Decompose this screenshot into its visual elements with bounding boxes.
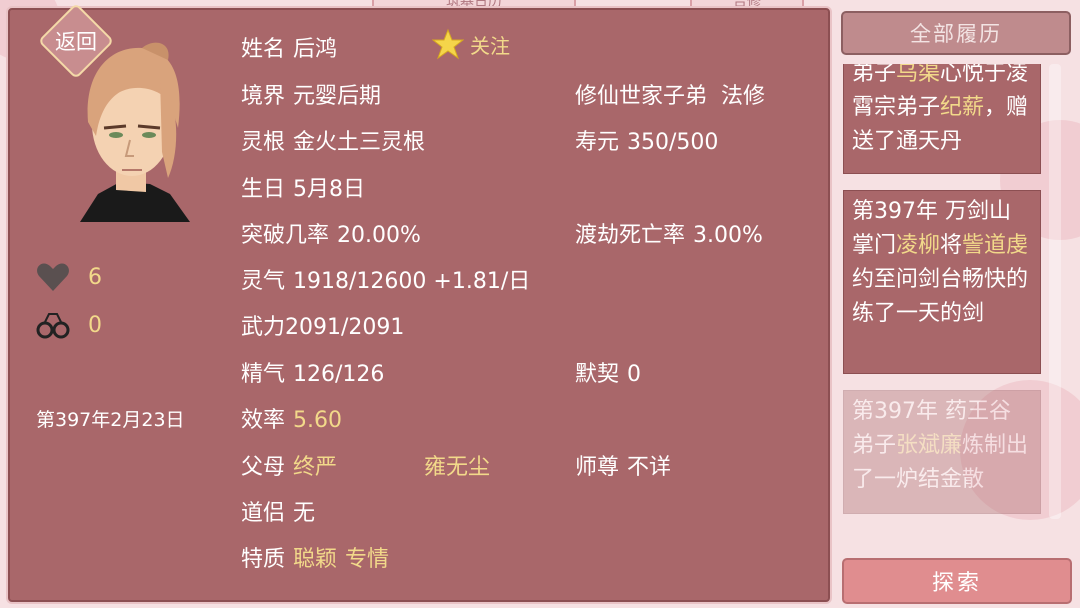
birthday-label: 生日 <box>241 177 286 202</box>
affection-value: 6 <box>88 264 102 290</box>
follow-button[interactable]: 关注 <box>432 28 510 60</box>
log-text: 约至问剑台畅快的练了一天的剑 <box>852 267 1029 326</box>
log-highlight-name[interactable]: 乌渠 <box>896 64 940 86</box>
partner-value: 无 <box>293 501 316 526</box>
explore-button[interactable]: 探索 <box>842 558 1072 604</box>
root-value: 金火土三灵根 <box>293 130 426 155</box>
history-log-list[interactable]: 弟子乌渠心悦于凌霄宗弟子纪薪，赠送了通天丹 第397年 万剑山掌门凌柳将訾道虔约… <box>843 64 1043 519</box>
log-highlight-name[interactable]: 纪薪 <box>940 95 984 120</box>
identity-field: 修仙世家子弟 法修 <box>575 78 765 110</box>
school-value: 法修 <box>721 84 766 109</box>
tribulation-label: 渡劫死亡率 <box>575 223 686 248</box>
log-entry: 弟子乌渠心悦于凌霄宗弟子纪薪，赠送了通天丹 <box>843 64 1041 174</box>
root-field: 灵根 金火土三灵根 <box>241 124 425 156</box>
traits-label: 特质 <box>241 547 286 572</box>
efficiency-label: 效率 <box>241 408 286 433</box>
log-highlight-name[interactable]: 凌柳 <box>896 233 940 258</box>
tribulation-field: 渡劫死亡率 3.00% <box>575 217 763 249</box>
parents-field: 父母 终严 <box>241 449 337 481</box>
qi-label: 灵气 <box>241 269 286 294</box>
qi-value: 1918/12600 +1.81/日 <box>293 269 531 294</box>
master-value: 不详 <box>627 455 672 480</box>
partner-label: 道侣 <box>241 501 286 526</box>
tacit-field: 默契 0 <box>575 356 641 388</box>
birthday-value: 5月8日 <box>293 177 366 202</box>
log-text: 将 <box>940 233 963 258</box>
essence-value: 126/126 <box>293 362 385 387</box>
breakthrough-value: 20.00% <box>337 223 421 248</box>
bond-value: 0 <box>88 312 102 338</box>
force-value: 2091/2091 <box>285 315 405 340</box>
log-highlight-name[interactable]: 张斌廉 <box>896 433 962 458</box>
breakthrough-field: 突破几率 20.00% <box>241 217 421 249</box>
follow-label: 关注 <box>470 33 510 58</box>
log-text: 弟子 <box>852 64 897 86</box>
all-history-button[interactable]: 全部履历 <box>841 11 1071 55</box>
master-label: 师尊 <box>575 455 620 480</box>
force-field: 武力2091/2091 <box>241 309 404 341</box>
tacit-value: 0 <box>627 362 642 387</box>
efficiency-value: 5.60 <box>293 408 342 433</box>
bond-stat: 0 <box>36 310 102 340</box>
back-button[interactable]: 返回 <box>37 2 115 80</box>
essence-label: 精气 <box>241 362 286 387</box>
game-date: 第397年2月23日 <box>36 409 185 431</box>
parent-link-2[interactable]: 雍无尘 <box>424 455 490 480</box>
tribulation-value: 3.00% <box>693 223 763 248</box>
trait-1[interactable]: 聪颖 <box>293 547 337 572</box>
partner-field: 道侣无 <box>241 495 315 527</box>
name-label: 姓名 <box>241 37 286 62</box>
lifespan-label: 寿元 <box>575 130 620 155</box>
traits-field: 特质 聪颖 专情 <box>241 541 389 573</box>
tacit-label: 默契 <box>575 362 620 387</box>
efficiency-field: 效率 5.60 <box>241 402 342 434</box>
realm-label: 境界 <box>241 84 286 109</box>
affection-stat: 6 <box>36 262 102 292</box>
heart-icon <box>37 263 69 291</box>
realm-value: 元婴后期 <box>293 84 382 109</box>
parents-label: 父母 <box>241 455 286 480</box>
lifespan-value: 350/500 <box>627 130 719 155</box>
history-scrollbar[interactable] <box>1049 64 1061 519</box>
name-field: 姓名 后鸿 <box>241 31 337 63</box>
lifespan-field: 寿元 350/500 <box>575 124 718 156</box>
trait-2[interactable]: 专情 <box>345 547 389 572</box>
name-value: 后鸿 <box>293 37 338 62</box>
birthday-field: 生日 5月8日 <box>241 171 365 203</box>
log-highlight-name[interactable]: 訾道虔 <box>962 233 1028 258</box>
star-icon <box>432 28 464 60</box>
root-label: 灵根 <box>241 130 286 155</box>
essence-field: 精气 126/126 <box>241 356 384 388</box>
log-entry: 第397年 药王谷弟子张斌廉炼制出了一炉结金散 <box>843 390 1041 514</box>
handcuffs-icon <box>36 313 70 339</box>
master-field: 师尊 不详 <box>575 449 671 481</box>
realm-field: 境界 元婴后期 <box>241 78 381 110</box>
parent-link-2-wrap: 雍无尘 <box>424 449 490 481</box>
qi-field: 灵气 1918/12600 +1.81/日 <box>241 263 530 295</box>
identity-value: 修仙世家子弟 <box>575 84 708 109</box>
force-label: 武力 <box>241 315 286 340</box>
back-button-label: 返回 <box>55 30 97 54</box>
breakthrough-label: 突破几率 <box>241 223 330 248</box>
parent-link-1[interactable]: 终严 <box>293 455 337 480</box>
log-entry: 第397年 万剑山掌门凌柳将訾道虔约至问剑台畅快的练了一天的剑 <box>843 190 1041 374</box>
